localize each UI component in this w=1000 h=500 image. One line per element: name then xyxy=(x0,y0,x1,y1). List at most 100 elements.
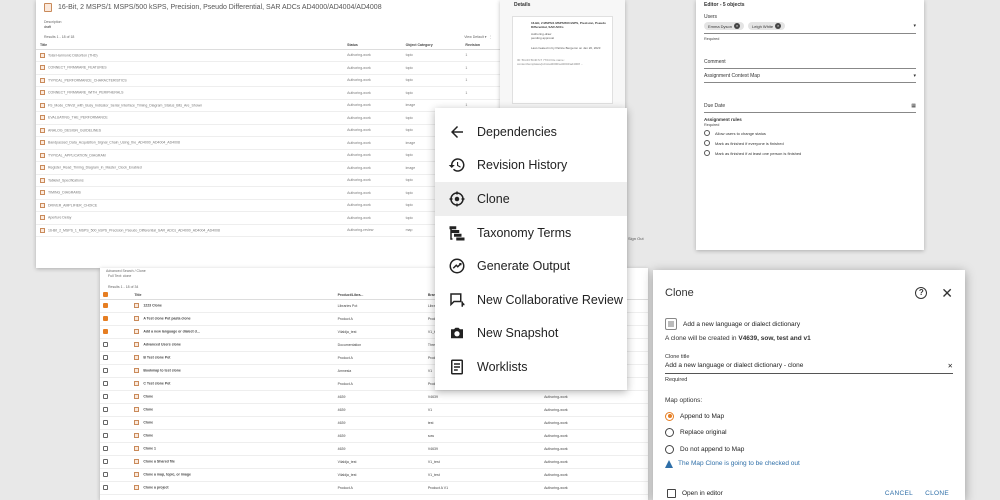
due-date-field[interactable]: Due Date ▦ xyxy=(704,103,916,113)
table-row[interactable]: Clone 4639 sow Authoring-work xyxy=(100,429,648,443)
table-row[interactable]: DRIVER_AMPLIFIER_CHOICE Authoring-work top… xyxy=(36,199,500,212)
details-card[interactable]: 16-Bit, 2 MSPS/1 MSPS/500 kSPS, Precisio… xyxy=(512,16,613,104)
row-checkbox-cell[interactable] xyxy=(100,455,132,469)
row-checkbox-cell[interactable] xyxy=(100,364,132,378)
row-checkbox[interactable] xyxy=(103,446,108,451)
column-header[interactable] xyxy=(100,291,132,300)
table-row[interactable]: Total Harmonic Distortion (THD) Authoring… xyxy=(36,49,500,62)
row-checkbox[interactable] xyxy=(103,420,108,425)
table-row[interactable]: Register_Read_Timing_Diagram_in_Master_C… xyxy=(36,161,500,175)
row-checkbox[interactable] xyxy=(103,368,108,373)
row-checkbox[interactable] xyxy=(103,342,108,347)
map-option-replace-original[interactable]: Replace original xyxy=(653,425,965,442)
table-row[interactable]: CONNECT_FIRMWARE_FEATURES Authoring-work t… xyxy=(36,61,500,75)
table-row[interactable]: Clone 1 4639 V4639 Authoring-work xyxy=(100,442,648,456)
table-cell: TYPICAL_APPLICATION_DIAGRAM xyxy=(36,149,344,162)
row-checkbox[interactable] xyxy=(103,303,108,308)
row-checkbox[interactable] xyxy=(103,381,108,386)
row-checkbox-cell[interactable] xyxy=(100,325,132,339)
menu-item-generate-output[interactable]: Generate Output xyxy=(435,249,627,283)
close-icon[interactable]: ✕ xyxy=(941,286,953,300)
menu-item-new-snapshot[interactable]: New Snapshot xyxy=(435,317,627,351)
row-checkbox[interactable] xyxy=(103,485,108,490)
comment-field[interactable]: Comment xyxy=(704,59,916,69)
table-row[interactable]: CONNECT_FIRMWARE_WITH_PERIPHERALS Authori… xyxy=(36,86,500,100)
clone-button[interactable]: CLONE xyxy=(925,490,949,497)
table-row[interactable]: TIMING_DIAGRAMSAuthoring-worktopic1 xyxy=(36,186,500,200)
assignment-rule-option[interactable]: Mark as finished if at least one person … xyxy=(696,148,924,158)
chevron-down-icon[interactable]: ▾ xyxy=(913,23,916,29)
open-in-editor-checkbox[interactable]: Open in editor xyxy=(667,488,723,498)
table-row[interactable]: ANALOG_DESIGN_GUIDELINES Authoring-work to… xyxy=(36,124,500,137)
table-cell: Aperture Delay xyxy=(36,211,344,225)
assignment-rule-option[interactable]: Mark as finished if everyone is finished xyxy=(696,138,924,148)
table-row[interactable]: Clone a Shared file Vilaldja_test V1_test A… xyxy=(100,455,648,469)
remove-chip-icon[interactable]: × xyxy=(734,23,741,29)
menu-item-clone[interactable]: Clone xyxy=(435,182,627,216)
context-map-field[interactable]: Assignment Context Map ▾ xyxy=(704,73,916,83)
row-checkbox[interactable] xyxy=(103,407,108,412)
table-row[interactable]: Clone a project Product A Product A V1 Auth… xyxy=(100,481,648,495)
column-header[interactable]: Status xyxy=(343,41,402,50)
table-row[interactable]: 16-Bit_2_MSPS_1_MSPS_500_kSPS_Precision_… xyxy=(36,224,500,237)
table-row[interactable]: Clone 4639 V4639 Authoring-work xyxy=(100,390,648,404)
row-checkbox-cell[interactable] xyxy=(100,377,132,391)
help-icon[interactable]: ? xyxy=(915,287,928,299)
table-row[interactable]: Tablelet_Specifications Authoring-work top… xyxy=(36,174,500,187)
table-cell: 1 xyxy=(461,74,500,87)
row-checkbox-cell[interactable] xyxy=(100,429,132,443)
menu-item-worklists[interactable]: Worklists xyxy=(435,350,627,384)
column-header[interactable]: Product/Libra... xyxy=(334,291,425,300)
table-row[interactable]: Clone 4639 V1 Authoring-work xyxy=(100,403,648,417)
table-row[interactable]: TYPICAL_APPLICATION_DIAGRAM Authoring-wor… xyxy=(36,149,500,162)
menu-item-new-collaborative-review[interactable]: New Collaborative Review xyxy=(435,283,627,317)
table-row[interactable]: Clone 4639 test Authoring-work xyxy=(100,416,648,430)
table-row[interactable]: Bandpassed_Data_Acquisition_Signal_Chain… xyxy=(36,136,500,150)
table-row[interactable]: Clone a map, topic, or image Vilaldja_tes… xyxy=(100,468,648,482)
row-checkbox-cell[interactable] xyxy=(100,403,132,417)
column-header[interactable]: Object Category xyxy=(401,41,462,50)
table-row[interactable]: FS_Mode_CNVst_with_Busy_Indicator_Serial… xyxy=(36,99,500,112)
menu-item-revision-history[interactable]: Revision History xyxy=(435,149,627,183)
calendar-icon[interactable]: ▦ xyxy=(911,103,916,109)
file-icon xyxy=(134,433,140,438)
clone-title-input[interactable]: Add a new language or dialect dictionary… xyxy=(665,362,953,374)
row-checkbox-cell[interactable] xyxy=(100,351,132,365)
row-checkbox-cell[interactable] xyxy=(100,390,132,404)
file-icon xyxy=(40,215,45,221)
column-header[interactable]: Revision xyxy=(461,41,500,50)
sign-out-link[interactable]: Sign Out xyxy=(628,236,644,241)
column-header[interactable]: Title xyxy=(36,41,344,50)
column-header[interactable]: Title xyxy=(131,291,335,300)
row-checkbox[interactable] xyxy=(103,329,108,334)
remove-chip-icon[interactable]: × xyxy=(775,23,782,29)
menu-item-taxonomy-terms[interactable]: Taxonomy Terms xyxy=(435,216,627,250)
row-checkbox-cell[interactable] xyxy=(100,442,132,456)
users-chip-field[interactable]: Emma Dyson × Leigh White × ▾ xyxy=(704,22,916,34)
assignment-rule-option[interactable]: Allow users to change status xyxy=(696,128,924,138)
history-icon xyxy=(447,155,467,175)
row-checkbox[interactable] xyxy=(103,316,108,321)
table-row[interactable]: Aperture DelayAuthoring-worktopic1 xyxy=(36,211,500,225)
row-checkbox-cell[interactable] xyxy=(100,312,132,326)
row-checkbox[interactable] xyxy=(103,394,108,399)
view-selector[interactable]: View Default ▾ ⋮ xyxy=(464,35,492,39)
row-checkbox-cell[interactable] xyxy=(100,416,132,430)
table-row[interactable]: TYPICAL_PERFORMANCE_CHARACTERISTICS Autho… xyxy=(36,74,500,87)
cancel-button[interactable]: CANCEL xyxy=(885,490,913,497)
map-option-do-not-append-to-map[interactable]: Do not append to Map xyxy=(653,441,965,458)
document-title: 16-Bit, 2 MSPS/1 MSPS/500 kSPS, Precisio… xyxy=(58,3,382,11)
map-option-append-to-map[interactable]: Append to Map xyxy=(653,408,965,425)
select-all-checkbox[interactable] xyxy=(103,292,108,298)
clear-icon[interactable]: ✕ xyxy=(948,362,953,370)
row-checkbox[interactable] xyxy=(103,433,108,438)
row-checkbox[interactable] xyxy=(103,355,108,360)
row-checkbox-cell[interactable] xyxy=(100,338,132,352)
menu-item-dependencies[interactable]: Dependencies xyxy=(435,115,627,149)
row-checkbox[interactable] xyxy=(103,459,108,464)
table-row[interactable]: EVALUATING_THE_PERFORMANCE Authoring-work… xyxy=(36,111,500,125)
row-checkbox-cell[interactable] xyxy=(100,468,132,482)
row-checkbox-cell[interactable] xyxy=(100,481,132,495)
row-checkbox[interactable] xyxy=(103,472,108,477)
row-checkbox-cell[interactable] xyxy=(100,299,132,313)
